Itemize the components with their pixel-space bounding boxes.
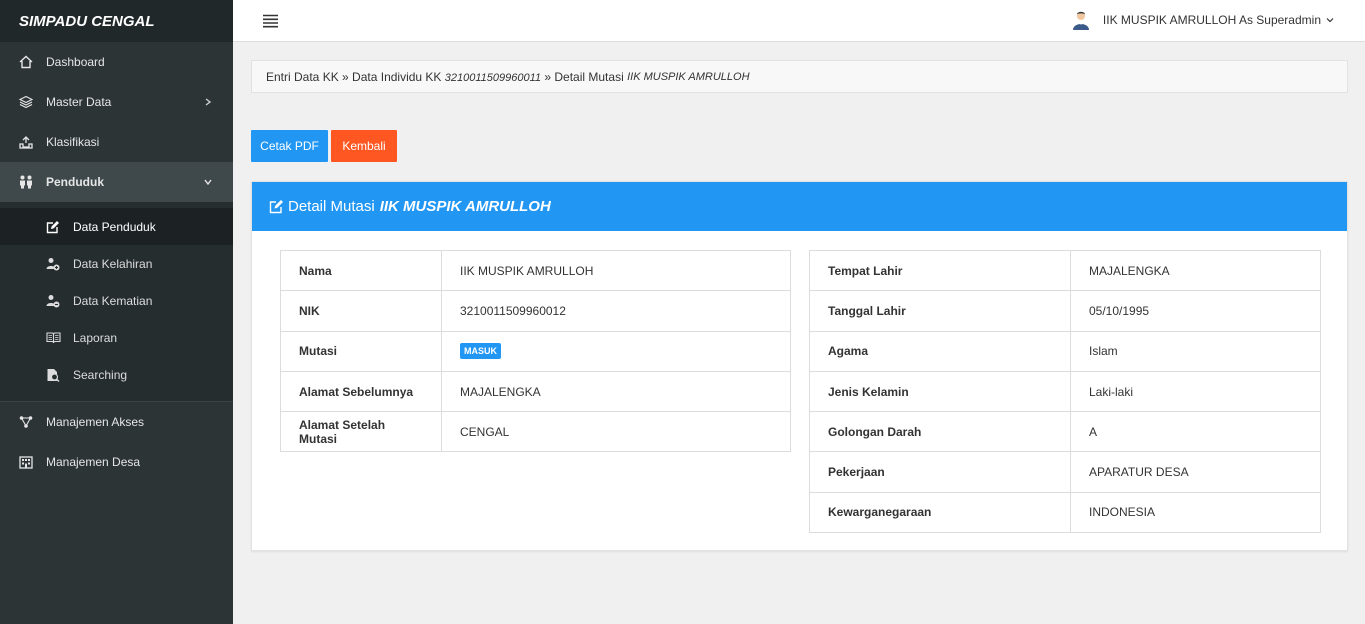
table-row: Tanggal Lahir 05/10/1995 [809, 290, 1321, 332]
edit-icon [269, 200, 283, 214]
chevron-right-icon [205, 98, 212, 106]
kembali-button[interactable]: Kembali [331, 130, 397, 162]
field-value: Islam [1070, 330, 1321, 372]
table-row: Jenis Kelamin Laki-laki [809, 370, 1321, 413]
building-icon [18, 454, 34, 470]
field-value: INDONESIA [1070, 491, 1321, 534]
hamburger-menu-icon[interactable] [263, 14, 278, 28]
sidebar-subitem-data-kematian[interactable]: Data Kematian [0, 282, 233, 319]
edit-icon [45, 219, 61, 235]
breadcrumb-name: IIK MUSPIK AMRULLOH [627, 70, 750, 83]
table-row: Golongan Darah A [809, 411, 1321, 453]
field-value: 3210011509960012 [441, 290, 791, 332]
field-label: Agama [809, 330, 1071, 372]
topbar: IIK MUSPIK AMRULLOH As Superadmin [233, 0, 1365, 42]
field-label: Golongan Darah [809, 411, 1071, 453]
breadcrumb-kk-number: 3210011509960011 [444, 71, 542, 84]
mutasi-table: Nama IIK MUSPIK AMRULLOH NIK 32100115099… [280, 249, 791, 453]
user-remove-icon [45, 293, 61, 309]
sidebar-item-label: Manajemen Akses [46, 415, 145, 429]
field-label: Pekerjaan [809, 451, 1071, 493]
sidebar-subitem-data-penduduk[interactable]: Data Penduduk [0, 208, 233, 245]
table-row: Kewarganegaraan INDONESIA [809, 491, 1321, 534]
table-row: Mutasi MASUK [280, 330, 791, 372]
field-label: Nama [280, 249, 442, 292]
status-badge: MASUK [460, 343, 501, 360]
field-label: Mutasi [280, 330, 442, 372]
table-row: NIK 3210011509960012 [280, 290, 791, 332]
sidebar-item-klasifikasi[interactable]: Klasifikasi [0, 122, 233, 162]
field-value: MASUK [441, 330, 791, 372]
field-label: Jenis Kelamin [809, 370, 1071, 413]
field-label: Kewarganegaraan [809, 491, 1071, 534]
chevron-down-icon [204, 179, 212, 186]
table-row: Agama Islam [809, 330, 1321, 372]
sidebar-item-label: Penduduk [46, 175, 105, 189]
table-row: Tempat Lahir MAJALENGKA [809, 249, 1321, 292]
breadcrumb-entri-kk[interactable]: Entri Data KK [266, 70, 339, 84]
app-brand[interactable]: SIMPADU CENGAL [0, 0, 233, 42]
field-value: MAJALENGKA [441, 370, 791, 413]
layers-icon [18, 94, 34, 110]
user-name: IIK MUSPIK AMRULLOH As Superadmin [1102, 13, 1321, 27]
sidebar-item-master-data[interactable]: Master Data [0, 82, 233, 122]
field-label: Tanggal Lahir [809, 290, 1071, 332]
field-label: Alamat Sebelumnya [280, 370, 442, 413]
cetak-pdf-button[interactable]: Cetak PDF [251, 130, 328, 162]
breadcrumb: Entri Data KK » Data Individu KK 3210011… [251, 60, 1348, 93]
people-icon [18, 174, 34, 190]
table-row: Pekerjaan APARATUR DESA [809, 451, 1321, 493]
penduduk-submenu: Data Penduduk Data Kelahiran Data Kemati… [0, 202, 233, 402]
sidebar-subitem-label: Data Kematian [73, 293, 153, 308]
field-value: Laki-laki [1070, 370, 1321, 413]
sidebar-item-manajemen-akses[interactable]: Manajemen Akses [0, 402, 233, 442]
breadcrumb-separator: » [338, 69, 353, 84]
table-row: Nama IIK MUSPIK AMRULLOH [280, 249, 791, 292]
user-menu[interactable]: IIK MUSPIK AMRULLOH As Superadmin [1071, 10, 1335, 30]
field-value: CENGAL [441, 411, 791, 453]
home-icon [18, 54, 34, 70]
biodata-table: Tempat Lahir MAJALENGKA Tanggal Lahir 05… [809, 249, 1321, 534]
panel-title: Detail Mutasi [288, 198, 375, 215]
sidebar-subitem-label: Data Kelahiran [73, 256, 153, 271]
breadcrumb-data-individu-label: Data Individu KK [352, 69, 442, 84]
breadcrumb-detail-mutasi: Detail Mutasi [554, 69, 624, 84]
field-value: 05/10/1995 [1070, 290, 1321, 332]
book-icon [45, 330, 61, 346]
sidebar-item-label: Dashboard [46, 55, 105, 69]
field-label: Alamat Setelah Mutasi [280, 411, 442, 453]
panel-title-name: IIK MUSPIK AMRULLOH [379, 198, 551, 215]
detail-mutasi-panel: Detail Mutasi IIK MUSPIK AMRULLOH Nama I… [251, 181, 1348, 551]
chevron-down-icon [1326, 18, 1334, 23]
sidebar-item-label: Klasifikasi [46, 135, 100, 149]
field-label: Tempat Lahir [809, 249, 1071, 292]
sidebar-subitem-laporan[interactable]: Laporan [0, 319, 233, 356]
access-icon [18, 414, 34, 430]
sidebar-item-dashboard[interactable]: Dashboard [0, 42, 233, 82]
sidebar-item-manajemen-desa[interactable]: Manajemen Desa [0, 442, 233, 482]
field-value: A [1070, 411, 1321, 453]
field-label: NIK [280, 290, 442, 332]
sidebar-item-penduduk[interactable]: Penduduk [0, 162, 233, 202]
table-row: Alamat Setelah Mutasi CENGAL [280, 411, 791, 453]
avatar [1072, 11, 1089, 30]
search-file-icon [45, 367, 61, 383]
sidebar-subitem-label: Data Penduduk [73, 219, 156, 234]
upload-icon [18, 134, 34, 150]
sidebar: SIMPADU CENGAL Dashboard Master Data Kla… [0, 0, 233, 624]
sidebar-subitem-searching[interactable]: Searching [0, 356, 233, 393]
panel-header: Detail Mutasi IIK MUSPIK AMRULLOH [252, 182, 1347, 231]
breadcrumb-separator: » [541, 69, 555, 84]
sidebar-subitem-data-kelahiran[interactable]: Data Kelahiran [0, 245, 233, 282]
breadcrumb-data-individu[interactable]: Data Individu KK 3210011509960011 [352, 70, 541, 84]
sidebar-item-label: Master Data [46, 95, 112, 109]
field-value: APARATUR DESA [1070, 451, 1321, 493]
sidebar-subitem-label: Searching [73, 367, 128, 382]
table-row: Alamat Sebelumnya MAJALENGKA [280, 370, 791, 413]
sidebar-subitem-label: Laporan [73, 330, 118, 345]
user-add-icon [45, 256, 61, 272]
field-value: IIK MUSPIK AMRULLOH [441, 249, 791, 292]
sidebar-item-label: Manajemen Desa [46, 455, 141, 469]
field-value: MAJALENGKA [1070, 249, 1321, 292]
